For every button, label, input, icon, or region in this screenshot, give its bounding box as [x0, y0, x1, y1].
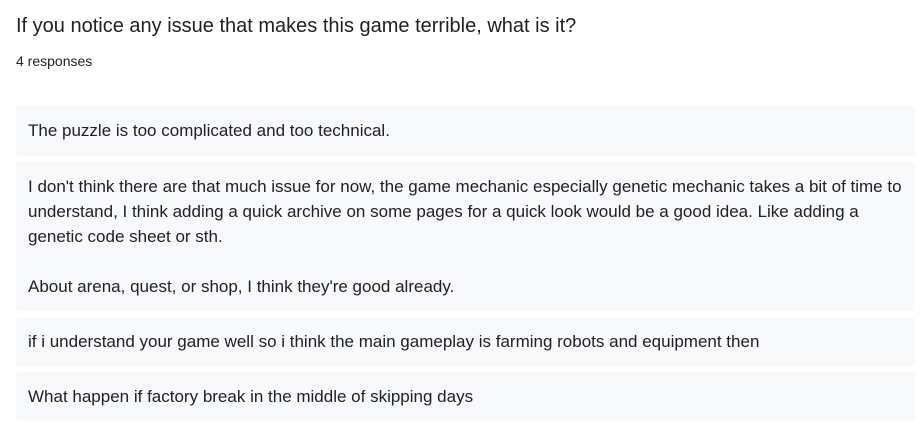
response-text: The puzzle is too complicated and too te… — [28, 121, 390, 140]
response-text: if i understand your game well so i thin… — [28, 332, 760, 351]
question-summary-card: If you notice any issue that makes this … — [0, 0, 922, 426]
response-item: I don't think there are that much issue … — [16, 162, 915, 311]
response-list: The puzzle is too complicated and too te… — [16, 106, 915, 427]
response-item: if i understand your game well so i thin… — [16, 317, 915, 366]
response-text: I don't think there are that much issue … — [28, 177, 902, 246]
response-count: 4 responses — [16, 53, 93, 69]
response-text: What happen if factory break in the midd… — [28, 387, 474, 406]
question-title: If you notice any issue that makes this … — [16, 15, 577, 37]
response-text: About arena, quest, or shop, I think the… — [28, 277, 455, 296]
response-item: The puzzle is too complicated and too te… — [16, 106, 915, 156]
response-item: What happen if factory break in the midd… — [16, 372, 915, 421]
